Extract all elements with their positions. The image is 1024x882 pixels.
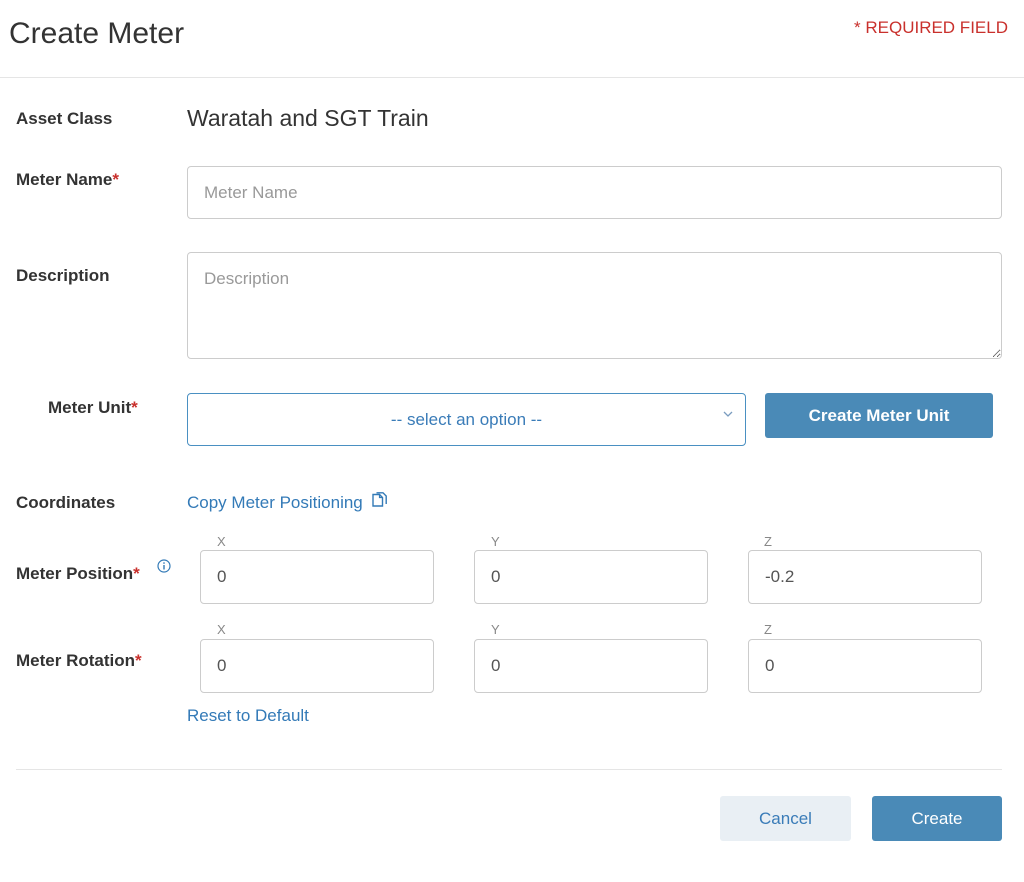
meter-position-label: Meter Position* [16,564,140,584]
meter-name-label: Meter Name* [16,170,119,190]
meter-rotation-y-input[interactable] [474,639,708,693]
meter-position-z-input[interactable] [748,550,982,604]
required-asterisk: * [133,564,140,583]
meter-rotation-label: Meter Rotation* [16,651,142,671]
meter-position-label-text: Meter Position [16,564,134,583]
meter-unit-selected-value: -- select an option -- [390,410,543,429]
copy-meter-positioning-text: Copy Meter Positioning [187,493,363,512]
meter-name-input[interactable] [187,166,1002,219]
rotation-axis-y: Y [491,622,500,637]
meter-unit-label-text: Meter Unit [48,398,132,417]
info-icon[interactable] [157,559,171,573]
meter-rotation-z-input[interactable] [748,639,982,693]
description-label: Description [16,266,110,285]
cancel-button[interactable]: Cancel [720,796,851,841]
footer-divider [16,769,1002,770]
meter-name-label-text: Meter Name [16,170,113,189]
chevron-down-icon [723,411,733,417]
required-asterisk: * [131,398,138,417]
coordinates-label: Coordinates [16,493,116,512]
meter-rotation-x-input[interactable] [200,639,434,693]
copy-icon [371,492,387,507]
create-button[interactable]: Create [872,796,1002,841]
position-axis-z: Z [764,534,772,549]
meter-position-y-input[interactable] [474,550,708,604]
position-axis-y: Y [491,534,500,549]
meter-rotation-label-text: Meter Rotation [16,651,135,670]
meter-unit-select[interactable]: -- select an option -- [187,393,746,446]
meter-position-x-input[interactable] [200,550,434,604]
page-title: Create Meter [9,17,185,50]
position-axis-x: X [217,534,226,549]
asset-class-label: Asset Class [16,109,113,128]
rotation-axis-x: X [217,622,226,637]
reset-to-default-link[interactable]: Reset to Default [187,706,309,726]
meter-unit-label: Meter Unit* [48,398,138,418]
header-divider [0,77,1024,78]
create-meter-unit-button[interactable]: Create Meter Unit [765,393,993,438]
required-asterisk: * [135,651,142,670]
asset-class-value: Waratah and SGT Train [187,105,429,131]
required-asterisk: * [112,170,119,189]
rotation-axis-z: Z [764,622,772,637]
copy-meter-positioning-link[interactable]: Copy Meter Positioning [187,492,388,513]
description-textarea[interactable] [187,252,1002,359]
required-field-note: * REQUIRED FIELD [854,18,1008,37]
